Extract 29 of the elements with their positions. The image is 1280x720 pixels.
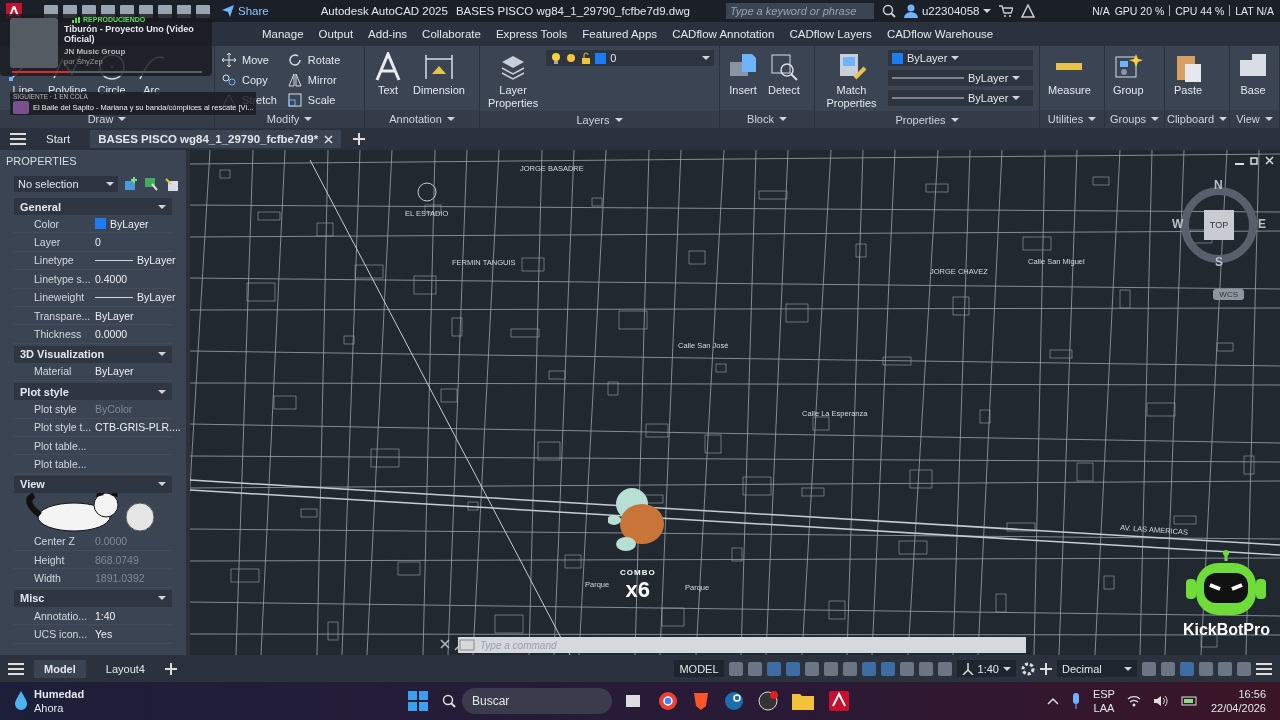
app-title: Autodesk AutoCAD 2025	[320, 5, 448, 17]
performance-stat: CPU 44 %	[1175, 5, 1225, 17]
property-label: Plot style t...	[34, 421, 93, 434]
file-title: BASES PISCO wg84_1_29790_fcfbe7d9.dwg	[455, 5, 690, 17]
property-label: Width	[34, 572, 62, 585]
property-label: Linetype s...	[34, 272, 92, 285]
property-label: Plot style	[34, 402, 78, 415]
performance-stat: LAT N/A	[1235, 5, 1274, 17]
property-label: Color	[34, 217, 61, 230]
bot-brand-name: KickBotPro	[1182, 621, 1270, 639]
property-label: Layer	[34, 236, 62, 249]
property-label: Annotatio...	[34, 609, 89, 622]
property-label: Lineweight	[34, 291, 86, 304]
property-label: Plot table...	[34, 458, 88, 470]
property-label: Transpare...	[34, 309, 92, 322]
performance-stat: N/A	[1092, 5, 1110, 17]
performance-stat: GPU 20 %	[1114, 5, 1165, 17]
property-label: UCS icon...	[34, 627, 89, 640]
panel-title: PROPERTIES	[5, 154, 78, 169]
property-label: Center Z	[34, 535, 76, 548]
property-label: Thickness	[34, 328, 83, 341]
song-title: Tiburón - Proyecto Uno (Video Oficial)	[64, 25, 195, 45]
combo-multiplier: x6	[625, 577, 651, 603]
property-label: Height	[34, 553, 66, 566]
property-label: Linetype	[34, 254, 75, 267]
property-label: Plot table...	[34, 439, 88, 452]
song-channel: JN Music Group	[64, 47, 126, 56]
combo-label: COMBO	[620, 568, 656, 577]
property-label: Material	[34, 365, 73, 378]
